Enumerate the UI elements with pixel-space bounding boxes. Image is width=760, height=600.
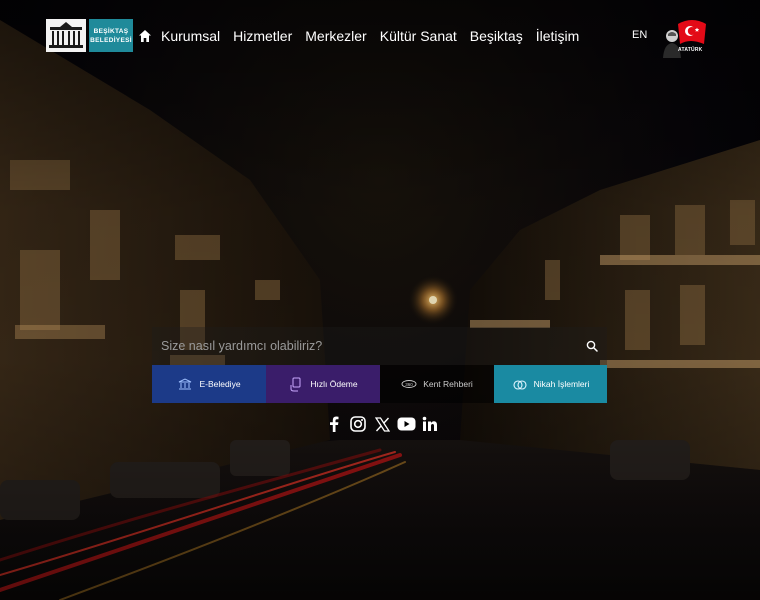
ataturk-signature: ATATÜRK <box>678 47 703 53</box>
hand-payment-icon <box>290 377 301 392</box>
quick-link-e-belediye[interactable]: E-Belediye <box>152 365 266 403</box>
search-input[interactable] <box>152 327 577 365</box>
site-header: BEŞİKTAŞ BELEDİYESİ Kurumsal Hizmetler M… <box>0 0 760 72</box>
rings-icon <box>513 380 527 390</box>
svg-text:360: 360 <box>405 382 413 387</box>
quick-link-nikah-islemleri[interactable]: Nikah İşlemleri <box>494 365 607 403</box>
linkedin-icon <box>422 416 437 431</box>
social-links <box>324 414 444 434</box>
instagram-link[interactable] <box>348 414 368 434</box>
nav-kurumsal[interactable]: Kurumsal <box>161 28 220 44</box>
hero-background <box>0 0 760 600</box>
youtube-icon <box>397 417 415 431</box>
logo-wordmark: BEŞİKTAŞ BELEDİYESİ <box>89 19 133 52</box>
nav-besiktas[interactable]: Beşiktaş <box>470 28 523 44</box>
quick-link-label: Nikah İşlemleri <box>533 379 590 389</box>
facebook-icon <box>330 416 339 432</box>
facebook-link[interactable] <box>324 414 344 434</box>
besiktas-logo[interactable]: BEŞİKTAŞ BELEDİYESİ <box>46 19 133 52</box>
city-emblem-icon <box>46 19 86 52</box>
x-icon <box>374 416 390 432</box>
x-link[interactable] <box>372 414 392 434</box>
main-nav: Kurumsal Hizmetler Merkezler Kültür Sana… <box>138 25 592 47</box>
quick-links: E-Belediye Hızlı Ödeme 360 Kent Rehberi … <box>152 365 607 403</box>
nav-hizmetler[interactable]: Hizmetler <box>233 28 292 44</box>
logo-line-1: BEŞİKTAŞ <box>93 27 129 35</box>
search-bar <box>152 327 607 365</box>
instagram-icon <box>350 416 366 432</box>
nav-merkezler[interactable]: Merkezler <box>305 28 366 44</box>
search-icon <box>586 340 598 352</box>
linkedin-link[interactable] <box>420 414 440 434</box>
youtube-link[interactable] <box>396 414 416 434</box>
logo-line-2: BELEDİYESİ <box>90 36 132 44</box>
nav-kultur-sanat[interactable]: Kültür Sanat <box>380 28 457 44</box>
map-360-icon: 360 <box>401 380 417 388</box>
ataturk-flag-icon[interactable] <box>660 14 722 60</box>
quick-link-hizli-odeme[interactable]: Hızlı Ödeme <box>266 365 380 403</box>
search-button[interactable] <box>577 327 607 365</box>
home-icon[interactable] <box>138 29 152 43</box>
quick-link-label: E-Belediye <box>199 379 241 389</box>
quick-link-label: Hızlı Ödeme <box>310 379 358 389</box>
nav-iletisim[interactable]: İletişim <box>536 28 580 44</box>
language-switch[interactable]: EN <box>632 29 647 41</box>
quick-link-kent-rehberi[interactable]: 360 Kent Rehberi <box>380 365 494 403</box>
city-hall-icon <box>179 378 192 390</box>
quick-link-label: Kent Rehberi <box>423 379 473 389</box>
